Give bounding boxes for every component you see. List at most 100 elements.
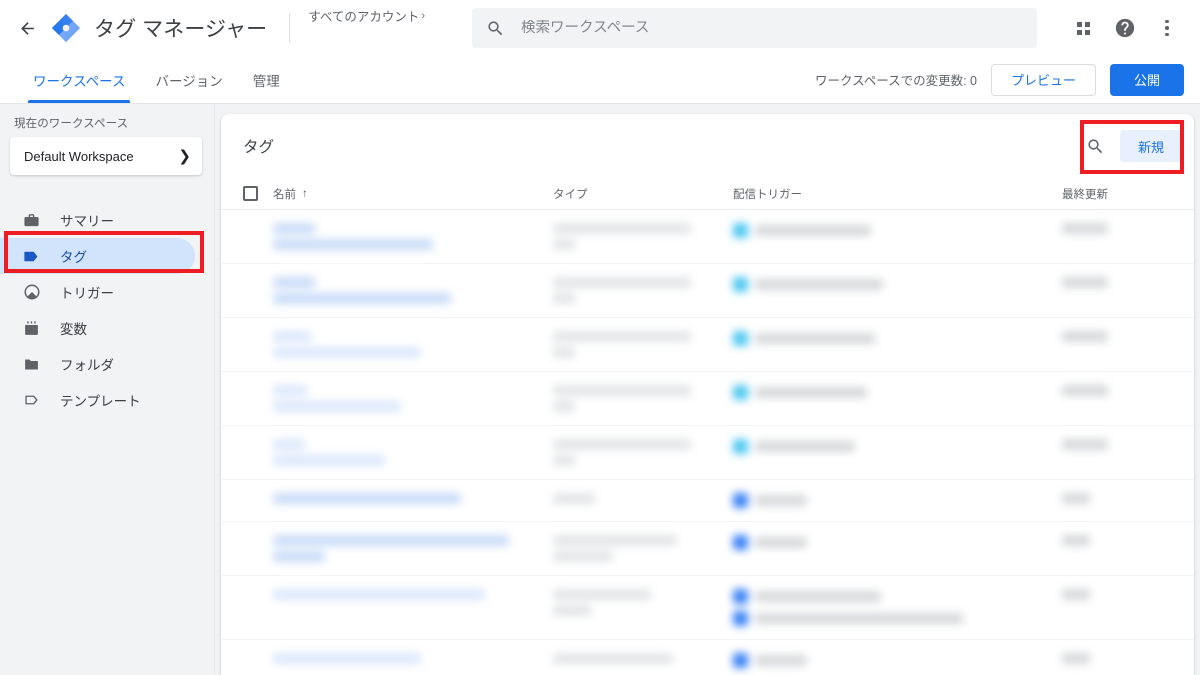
row-checkbox[interactable]	[243, 480, 273, 506]
row-checkbox[interactable]	[243, 576, 273, 602]
workspace-search-box[interactable]	[472, 8, 1037, 48]
sidebar-item-folders[interactable]: フォルダ	[0, 346, 195, 382]
table-row[interactable]	[221, 318, 1194, 372]
cell-trigger-redacted	[733, 318, 1062, 359]
sidebar-item-summary[interactable]: サマリー	[0, 202, 195, 238]
summary-briefcase-icon	[22, 211, 41, 230]
sidebar-item-variables[interactable]: 変数	[0, 310, 195, 346]
trigger-circle-icon	[22, 283, 41, 302]
tab-versions[interactable]: バージョン	[140, 56, 237, 103]
table-row[interactable]	[221, 576, 1194, 640]
search-icon[interactable]	[1078, 128, 1114, 164]
top-bar: タグ マネージャー すべてのアカウント ›	[0, 0, 1200, 56]
column-header-trigger[interactable]: 配信トリガー	[733, 186, 1062, 202]
page-title: タグ	[243, 135, 1078, 157]
cell-name-redacted	[273, 522, 553, 575]
table-row[interactable]	[221, 640, 1194, 675]
cell-trigger-redacted	[733, 372, 1062, 413]
cell-type-redacted	[553, 640, 733, 675]
tag-icon	[22, 247, 41, 266]
cell-type-redacted	[553, 264, 733, 317]
content-area: タグ 新規 名前 ↑	[215, 104, 1200, 675]
sidebar-item-triggers-label: トリガー	[60, 282, 114, 302]
cell-trigger-redacted	[733, 576, 1062, 639]
cell-updated-redacted	[1062, 372, 1172, 409]
more-vertical-icon[interactable]	[1148, 9, 1186, 47]
column-header-name[interactable]: 名前 ↑	[273, 186, 553, 202]
row-checkbox[interactable]	[243, 264, 273, 290]
row-checkbox[interactable]	[243, 210, 273, 236]
logo-wrap[interactable]: タグ マネージャー	[51, 13, 267, 43]
arrow-back-icon[interactable]	[10, 11, 44, 45]
account-switcher[interactable]: すべてのアカウント ›	[308, 6, 425, 25]
sidebar-item-folders-label: フォルダ	[60, 354, 114, 374]
cell-type-redacted	[553, 372, 733, 425]
row-checkbox[interactable]	[243, 426, 273, 452]
tab-workspace[interactable]: ワークスペース	[18, 56, 140, 103]
cell-type-redacted	[553, 318, 733, 371]
tab-admin[interactable]: 管理	[238, 56, 295, 103]
cell-trigger-redacted	[733, 640, 1062, 675]
table-row[interactable]	[221, 426, 1194, 480]
search-input[interactable]	[521, 20, 1023, 36]
template-tag-icon	[22, 391, 41, 410]
cell-name-redacted	[273, 210, 553, 263]
tag-manager-app: タグ マネージャー すべてのアカウント ›	[0, 0, 1200, 675]
preview-button[interactable]: プレビュー	[991, 64, 1096, 96]
cell-name-redacted	[273, 640, 553, 675]
table-row[interactable]	[221, 210, 1194, 264]
help-circle-icon[interactable]	[1106, 9, 1144, 47]
sidebar-item-summary-label: サマリー	[60, 210, 114, 230]
cell-updated-redacted	[1062, 264, 1172, 301]
cell-trigger-redacted	[733, 264, 1062, 305]
nav-tabs: ワークスペース バージョン 管理	[0, 56, 295, 103]
column-header-type[interactable]: タイプ	[553, 186, 733, 202]
cell-trigger-redacted	[733, 210, 1062, 251]
table-body	[221, 210, 1194, 675]
column-header-trigger-label: 配信トリガー	[733, 186, 802, 202]
cell-name-redacted	[273, 318, 553, 371]
apps-grid-icon[interactable]	[1064, 9, 1102, 47]
cell-name-redacted	[273, 576, 553, 613]
table-row[interactable]	[221, 480, 1194, 522]
sidebar-nav-list: サマリー タグ	[0, 202, 214, 418]
cell-type-redacted	[553, 576, 733, 629]
sidebar-item-tags[interactable]: タグ	[0, 238, 195, 274]
table-row[interactable]	[221, 522, 1194, 576]
select-all-checkbox[interactable]	[243, 186, 273, 201]
tag-manager-logo	[51, 13, 81, 43]
column-header-name-label: 名前	[273, 186, 296, 202]
cell-updated-redacted	[1062, 640, 1172, 675]
cell-updated-redacted	[1062, 576, 1172, 613]
product-title: タグ マネージャー	[94, 13, 267, 43]
sidebar-item-triggers[interactable]: トリガー	[0, 274, 195, 310]
cell-type-redacted	[553, 522, 733, 575]
cell-updated-redacted	[1062, 210, 1172, 247]
row-checkbox[interactable]	[243, 522, 273, 548]
table-row[interactable]	[221, 264, 1194, 318]
row-checkbox[interactable]	[243, 372, 273, 398]
cell-type-redacted	[553, 210, 733, 263]
column-header-updated-label: 最終更新	[1062, 186, 1108, 202]
new-tag-button[interactable]: 新規	[1120, 130, 1182, 162]
column-header-updated[interactable]: 最終更新	[1062, 186, 1172, 202]
sidebar-item-templates[interactable]: テンプレート	[0, 382, 195, 418]
cell-updated-redacted	[1062, 522, 1172, 559]
search-wrap	[425, 8, 1054, 48]
tags-table: 名前 ↑ タイプ 配信トリガー 最終更新	[221, 178, 1194, 675]
table-header-row: 名前 ↑ タイプ 配信トリガー 最終更新	[221, 178, 1194, 210]
publish-button[interactable]: 公開	[1110, 64, 1184, 96]
row-checkbox[interactable]	[243, 640, 273, 666]
folder-icon	[22, 355, 41, 374]
cell-name-redacted	[273, 426, 553, 479]
cell-name-redacted	[273, 264, 553, 317]
tab-workspace-label: ワークスペース	[33, 70, 125, 90]
tab-admin-label: 管理	[253, 70, 280, 90]
workspace-selector[interactable]: Default Workspace ❯	[10, 137, 202, 175]
column-header-type-label: タイプ	[553, 186, 588, 202]
cell-trigger-redacted	[733, 426, 1062, 467]
table-row[interactable]	[221, 372, 1194, 426]
cell-trigger-redacted	[733, 522, 1062, 563]
row-checkbox[interactable]	[243, 318, 273, 344]
sidebar-item-variables-label: 変数	[60, 318, 87, 338]
